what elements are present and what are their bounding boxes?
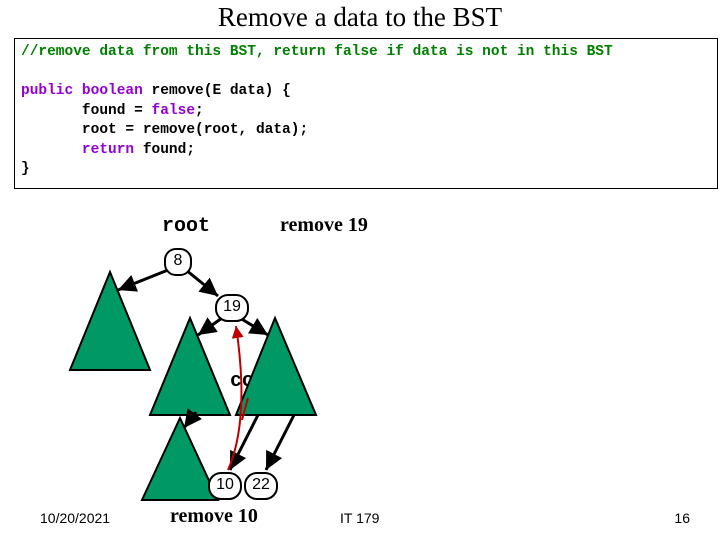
node-8: 8 — [164, 248, 192, 276]
slide-number: 16 — [674, 510, 690, 526]
code-l1c: remove(E data) { — [143, 83, 291, 99]
label-copy: copy — [230, 370, 278, 393]
label-remove19: remove 19 — [280, 214, 368, 237]
code-l2c: ; — [195, 103, 204, 119]
kw-public: public — [21, 83, 73, 99]
kw-boolean: boolean — [73, 83, 143, 99]
code-l3: root = remove(root, data); — [21, 122, 308, 138]
footer-date: 10/20/2021 — [40, 510, 110, 526]
code-l5: } — [21, 161, 30, 177]
kw-false: false — [152, 103, 196, 119]
label-remove10: remove 10 — [170, 505, 258, 528]
slide-title: Remove a data to the BST — [0, 2, 720, 33]
code-comment: //remove data from this BST, return fals… — [21, 44, 613, 60]
node-19: 19 — [215, 294, 249, 322]
code-l4b: found; — [134, 142, 195, 158]
slide: Remove a data to the BST //remove data f… — [0, 0, 720, 540]
code-box: //remove data from this BST, return fals… — [14, 38, 718, 189]
label-root: root — [162, 215, 210, 238]
code-l2a: found = — [21, 103, 152, 119]
node-22: 22 — [244, 472, 278, 500]
footer-course: IT 179 — [340, 510, 379, 526]
kw-return: return — [21, 142, 134, 158]
node-10: 10 — [208, 472, 242, 500]
